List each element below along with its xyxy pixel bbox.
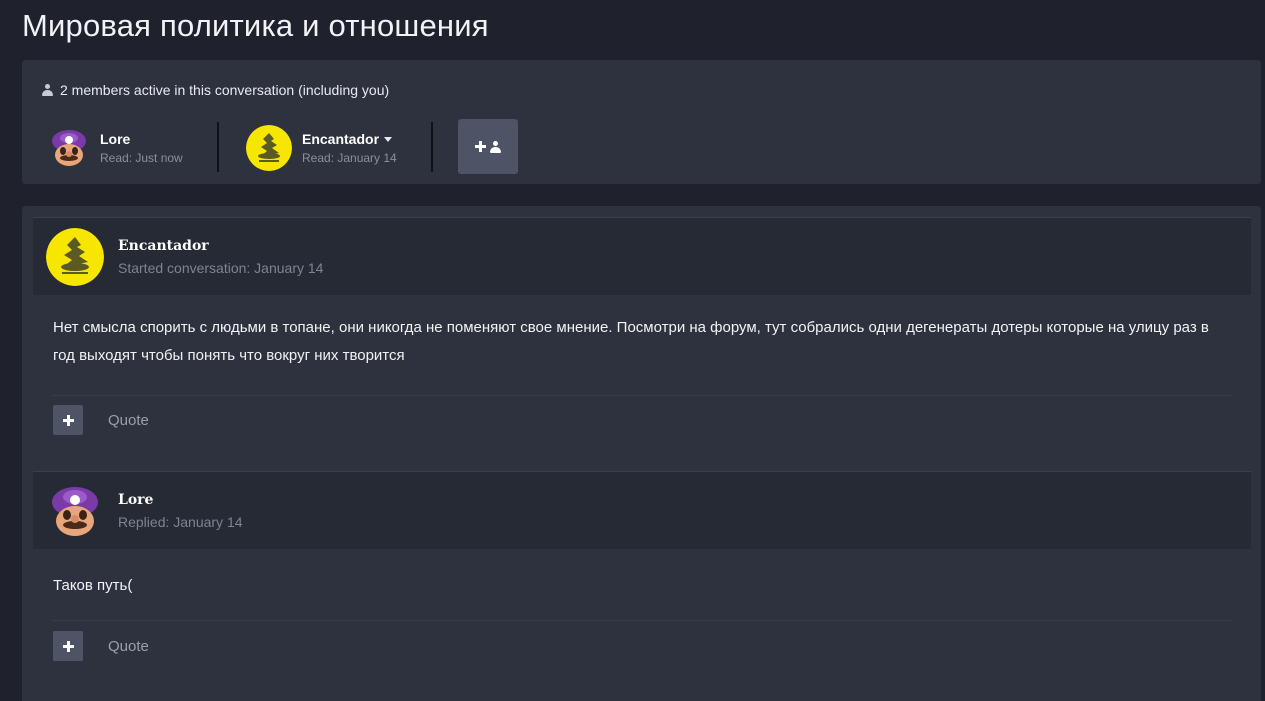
participant-lore[interactable]: Lore Read: Just now xyxy=(48,124,183,172)
add-user-icon xyxy=(490,140,501,153)
participant-encantador[interactable]: Encantador Read: January 14 xyxy=(246,124,397,172)
message-body: Нет смысла спорить с людьми в топане, он… xyxy=(53,319,1209,364)
message-meta: Replied: January 14 xyxy=(118,513,243,530)
message-actions: Quote xyxy=(53,405,149,435)
page-title: Мировая политика и отношения xyxy=(22,8,489,43)
divider xyxy=(431,122,433,172)
gadsden-flag-avatar-icon[interactable] xyxy=(46,227,104,286)
plus-icon xyxy=(475,141,486,152)
participant-name[interactable]: Encantador xyxy=(302,131,379,147)
conversation-panel: Encantador Started conversation: January… xyxy=(22,206,1261,701)
message-actions: Quote xyxy=(53,631,149,661)
divider xyxy=(217,122,219,172)
message-meta: Started conversation: January 14 xyxy=(118,259,324,276)
message-body: Таков путь( xyxy=(53,577,133,594)
message-author[interactable]: Encantador xyxy=(118,238,323,254)
quote-button[interactable]: Quote xyxy=(108,638,149,655)
message-header: Lore Replied: January 14 xyxy=(33,471,1251,549)
mario-avatar-icon[interactable] xyxy=(46,481,104,540)
participant-read-status: Read: Just now xyxy=(100,151,183,165)
multiquote-button[interactable] xyxy=(53,405,83,435)
divider xyxy=(53,395,1233,396)
plus-icon xyxy=(62,640,74,652)
caret-down-icon[interactable] xyxy=(384,136,393,142)
mario-avatar-icon[interactable] xyxy=(48,127,90,169)
participant-name-dropdown[interactable]: Encantador xyxy=(302,131,397,147)
active-members-line: 2 members active in this conversation (i… xyxy=(42,82,389,98)
user-icon xyxy=(42,84,53,96)
participants-panel: 2 members active in this conversation (i… xyxy=(22,60,1261,184)
invite-members-button[interactable] xyxy=(458,119,518,174)
multiquote-button[interactable] xyxy=(53,631,83,661)
plus-icon xyxy=(62,414,74,426)
participant-read-status: Read: January 14 xyxy=(302,151,397,165)
gadsden-flag-avatar-icon[interactable] xyxy=(246,125,292,171)
divider xyxy=(53,620,1233,621)
message-header: Encantador Started conversation: January… xyxy=(33,217,1251,295)
message-author[interactable]: Lore xyxy=(118,492,243,508)
quote-button[interactable]: Quote xyxy=(108,412,149,429)
participant-name[interactable]: Lore xyxy=(100,131,183,147)
active-members-text: 2 members active in this conversation (i… xyxy=(60,82,390,98)
